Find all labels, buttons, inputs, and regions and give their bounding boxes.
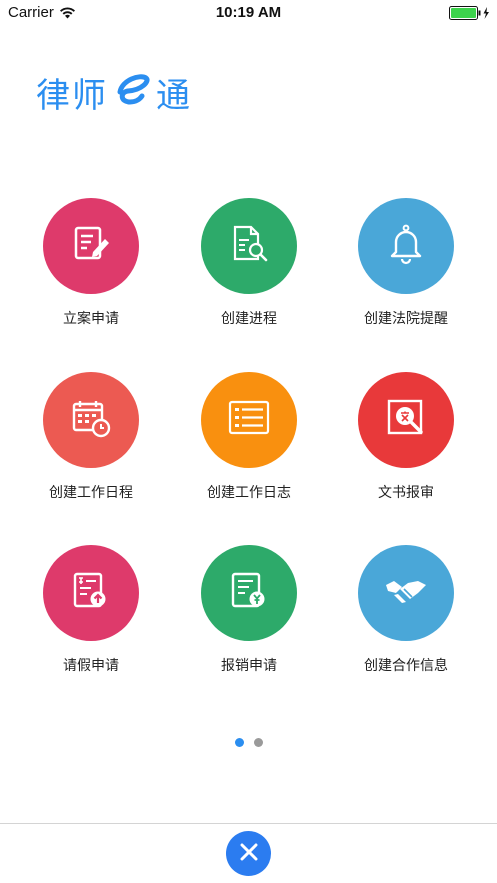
tile-work-schedule[interactable]: 创建工作日程 <box>11 372 171 512</box>
bottom-divider <box>0 823 497 824</box>
document-search-icon <box>227 222 271 270</box>
tile-label: 请假申请 <box>63 658 119 674</box>
tile-create-progress[interactable]: 创建进程 <box>169 198 329 338</box>
tile-court-reminder[interactable]: 创建法院提醒 <box>326 198 486 338</box>
page-indicator <box>0 732 497 747</box>
tile-circle <box>43 372 139 468</box>
document-review-icon <box>384 396 428 444</box>
reimbursement-icon <box>227 569 271 617</box>
tile-label: 创建法院提醒 <box>364 311 448 327</box>
action-grid: 立案申请 创建进程 创建法院提醒 创建工作日程 创建工作日志 文书报审 请假申请… <box>0 0 497 700</box>
document-edit-icon <box>69 222 113 270</box>
calendar-clock-icon <box>69 396 113 444</box>
list-icon <box>226 395 272 445</box>
tile-circle <box>201 198 297 294</box>
tile-leave-request[interactable]: 请假申请 <box>11 545 171 685</box>
tile-reimbursement[interactable]: 报销申请 <box>169 545 329 685</box>
tile-work-log[interactable]: 创建工作日志 <box>169 372 329 512</box>
bell-icon <box>384 222 428 270</box>
tile-circle <box>358 545 454 641</box>
tile-label: 文书报审 <box>378 485 434 501</box>
tile-label: 创建工作日志 <box>207 485 291 501</box>
tile-label: 报销申请 <box>221 658 277 674</box>
tile-label: 创建进程 <box>221 311 277 327</box>
tile-circle <box>43 545 139 641</box>
leave-request-icon <box>69 569 113 617</box>
page-dot-active[interactable] <box>234 738 244 747</box>
tile-label: 立案申请 <box>63 311 119 327</box>
tile-circle <box>358 372 454 468</box>
tile-label: 创建合作信息 <box>364 658 448 674</box>
tile-circle <box>43 198 139 294</box>
handshake-icon <box>382 569 430 617</box>
tile-case-filing[interactable]: 立案申请 <box>11 198 171 338</box>
page-dot[interactable] <box>253 738 263 747</box>
tile-document-review[interactable]: 文书报审 <box>326 372 486 512</box>
close-icon <box>239 842 259 866</box>
tile-circle <box>358 198 454 294</box>
tile-circle <box>201 545 297 641</box>
tile-circle <box>201 372 297 468</box>
tile-label: 创建工作日程 <box>49 485 133 501</box>
close-button[interactable] <box>226 831 271 876</box>
tile-cooperation-info[interactable]: 创建合作信息 <box>326 545 486 685</box>
